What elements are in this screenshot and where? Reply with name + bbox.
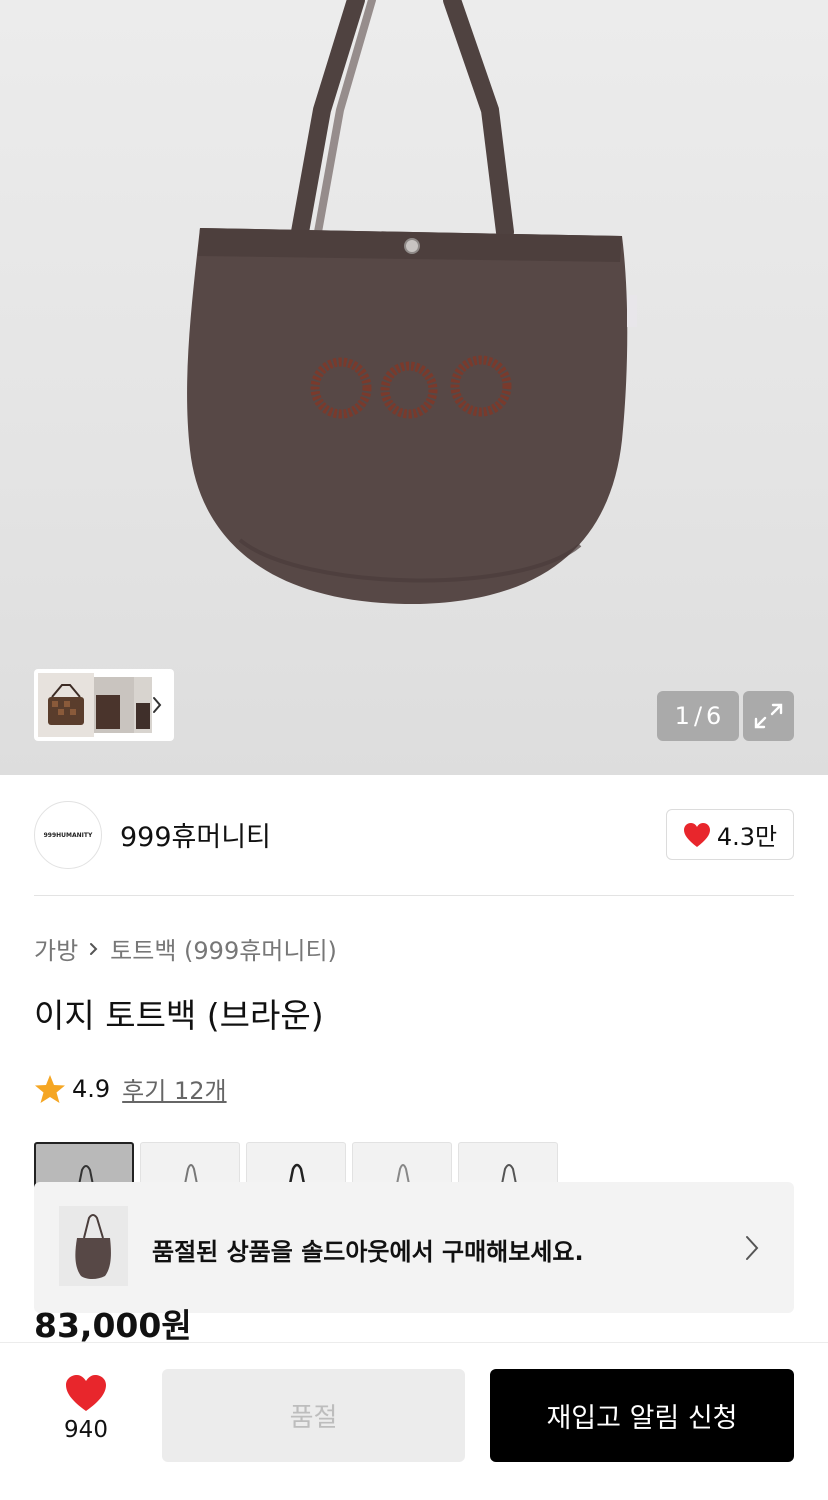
soldout-promo-banner[interactable]: 품절된 상품을 솔드아웃에서 구매해보세요. [34,1182,794,1313]
restock-alert-button[interactable]: 재입고 알림 신청 [490,1369,794,1462]
rating-score: 4.9 [72,1074,111,1103]
brand-logo-text: 999HUMANITY [43,831,93,839]
brand-logo[interactable]: 999HUMANITY [34,801,102,869]
thumbnail-strip[interactable] [34,669,174,741]
soldout-button[interactable]: 품절 [162,1369,465,1462]
brand-like-count: 4.3만 [716,823,778,851]
breadcrumb-category[interactable]: 가방 [34,931,78,966]
star-icon [35,1074,65,1103]
wish-count: 940 [64,1417,108,1443]
chevron-right-icon [746,1236,759,1260]
chevron-right-icon [90,942,98,955]
current-image-index: 1 [674,702,690,730]
rating-summary: 4.9 후기 12개 [34,1071,227,1106]
image-counter: 1 / 6 [657,691,739,741]
wish-button[interactable]: 940 [44,1373,128,1463]
heart-icon [683,822,710,847]
reviews-link[interactable]: 후기 12개 [122,1071,226,1106]
product-title: 이지 토트백 (브라운) [34,996,324,1035]
heart-icon [66,1375,106,1411]
fullscreen-button[interactable] [743,691,794,741]
expand-icon [754,703,783,729]
product-price: 83,000원 [34,1306,192,1342]
banner-text: 품절된 상품을 솔드아웃에서 구매해보세요. [152,1238,584,1266]
breadcrumb: 가방 토트백 (999휴머니티) [34,931,337,966]
product-image-gallery[interactable]: 1 / 6 [0,0,828,775]
brand-like-button[interactable]: 4.3만 [666,809,794,860]
banner-product-image [59,1206,128,1286]
breadcrumb-subcategory[interactable]: 토트백 (999휴머니티) [110,931,337,966]
thumbnail-2[interactable] [94,677,134,733]
divider [34,895,794,896]
bottom-action-bar: 940 품절 재입고 알림 신청 [0,1342,828,1500]
brand-name[interactable]: 999휴머니티 [120,815,271,854]
product-image [187,0,637,605]
thumbnail-1[interactable] [38,673,94,737]
thumbnail-3[interactable] [134,677,152,733]
counter-separator: / [693,702,703,730]
total-image-count: 6 [706,702,722,730]
